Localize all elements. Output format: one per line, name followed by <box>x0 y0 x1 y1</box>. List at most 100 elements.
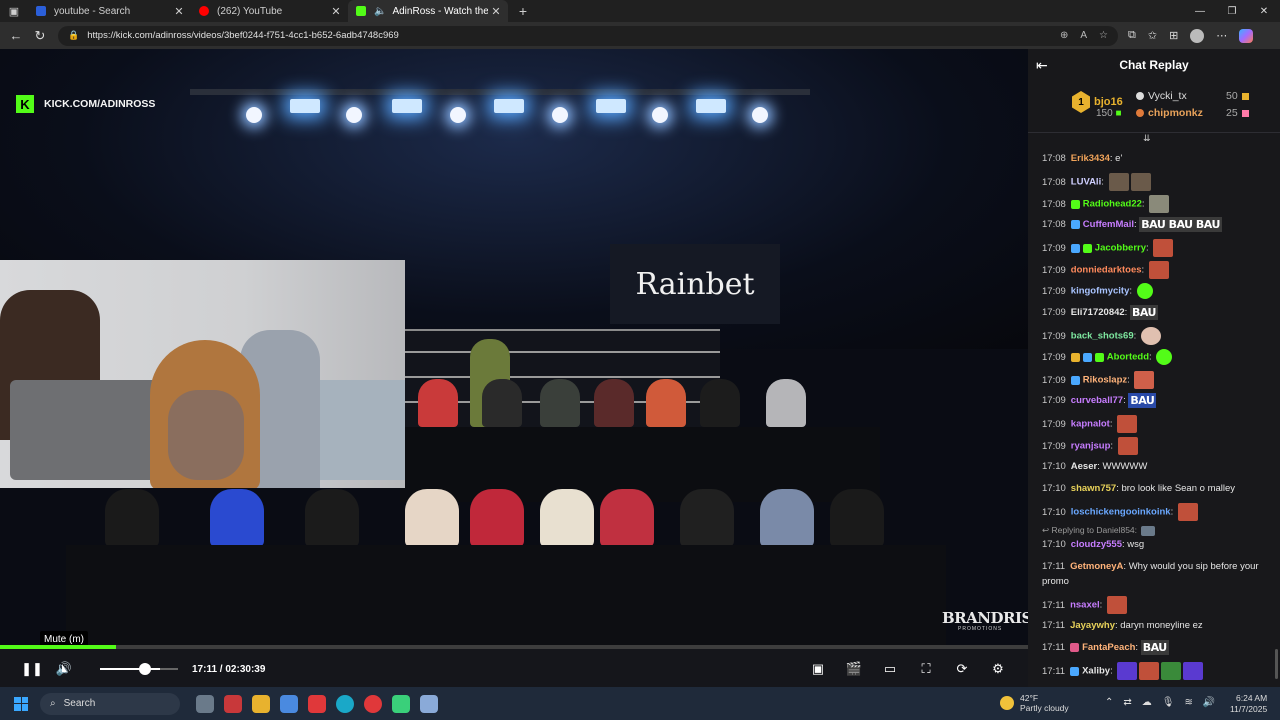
app-icon[interactable] <box>420 694 438 713</box>
close-tab-icon[interactable]: ✕ <box>171 5 187 18</box>
chat-message: 17:11 Jayaywhy: daryn moneyline ez <box>1042 620 1203 631</box>
cloud-icon[interactable]: ☁ <box>1142 697 1152 708</box>
extensions-icon[interactable]: ⧉ <box>1128 29 1136 42</box>
youtube-favicon-icon <box>199 6 209 16</box>
og-badge-icon <box>1070 243 1080 253</box>
collapse-chat-icon[interactable]: ⇤ <box>1036 57 1048 74</box>
copilot-icon[interactable] <box>1239 28 1254 43</box>
refresh-icon[interactable]: ↻ <box>28 28 52 44</box>
seek-bar[interactable] <box>0 645 1028 649</box>
new-tab-button[interactable]: + <box>512 3 534 19</box>
speaker-icon[interactable]: 🔈 <box>374 6 386 17</box>
wifi-icon[interactable]: ≋ <box>1184 697 1192 708</box>
close-tab-icon[interactable]: ✕ <box>328 5 344 18</box>
tab-youtube[interactable]: (262) YouTube ✕ <box>191 0 348 22</box>
gifter-name[interactable]: chipmonkz <box>1148 107 1208 119</box>
microphone-icon[interactable]: 🎙 <box>1162 697 1175 708</box>
more-menu-icon[interactable]: ⋯ <box>1216 29 1227 42</box>
panel-person <box>830 489 884 547</box>
app-icon[interactable] <box>364 694 382 713</box>
lighting-truss <box>190 89 810 95</box>
playback-speed-icon[interactable]: ⟳ <box>946 661 978 677</box>
store-icon[interactable] <box>280 694 298 713</box>
lock-icon[interactable]: 🔒 <box>68 30 79 41</box>
search-icon: ⌕ <box>50 698 56 709</box>
chat-panel: ⇤ Chat Replay 1 bjo16 150 ■ Vycki_tx 50 … <box>1028 49 1280 687</box>
chat-message: 17:11 GetmoneyA: Why would you sip before… <box>1042 561 1259 587</box>
windows-start-icon[interactable] <box>14 696 28 711</box>
url-field[interactable]: 🔒 https://kick.com/adinross/videos/3bef0… <box>58 25 1118 46</box>
chat-message: 17:08 CuffemMail: BAU BAU BAU <box>1042 217 1222 232</box>
theater-mode-icon[interactable]: ▭ <box>874 661 906 677</box>
gift-icon <box>1241 92 1249 100</box>
file-explorer-icon[interactable] <box>252 694 270 713</box>
og-badge-icon <box>1070 666 1080 676</box>
network-icon[interactable]: ⇄ <box>1123 697 1131 708</box>
panel-person <box>594 379 634 427</box>
restore-icon[interactable]: ❐ <box>1216 0 1248 22</box>
panel-person <box>760 489 814 547</box>
og-badge-icon <box>1070 220 1080 229</box>
gifter-name[interactable]: Vycki_tx <box>1148 90 1208 102</box>
app-icon[interactable] <box>392 694 410 713</box>
panel-person <box>405 489 459 547</box>
emote-icon <box>1130 173 1151 191</box>
volume-knob[interactable] <box>139 663 151 675</box>
player-controls: ❚❚ 🔊 17:11 / 02:30:39 ▣ 🎬 ▭ ⛶ ⟳ ⚙ <box>0 657 1028 681</box>
clip-icon[interactable]: 🎬 <box>838 661 870 677</box>
read-aloud-icon[interactable]: A <box>1080 30 1087 41</box>
chat-message: 17:11 nsaxel: <box>1042 596 1272 614</box>
gifter-name[interactable]: bjo16 <box>1094 96 1123 108</box>
tab-youtube-search[interactable]: youtube - Search ✕ <box>28 0 191 22</box>
edge-icon[interactable] <box>336 694 354 713</box>
settings-gear-icon[interactable]: ⚙ <box>982 661 1014 677</box>
tab-adinross-vod[interactable]: 🔈 AdinRoss - Watch the VOD o ✕ <box>348 0 508 22</box>
pause-icon[interactable]: ❚❚ <box>16 661 48 677</box>
scroll-down-icon[interactable]: ⇊ <box>1143 133 1157 143</box>
zoom-icon[interactable]: ⊕ <box>1060 30 1068 41</box>
time-display: 17:11 / 02:30:39 <box>192 663 266 675</box>
back-table <box>66 545 946 655</box>
back-icon[interactable]: ← <box>4 28 28 43</box>
app-icon[interactable] <box>308 694 326 713</box>
favorite-star-icon[interactable]: ☆ <box>1099 30 1108 41</box>
app-icon[interactable] <box>224 694 242 713</box>
task-view-icon[interactable] <box>196 694 214 713</box>
panel-person <box>646 379 686 427</box>
panel-person <box>105 489 159 547</box>
fullscreen-icon[interactable]: ⛶ <box>910 661 942 677</box>
volume-tray-icon[interactable]: 🔊 <box>1203 697 1215 708</box>
close-tab-icon[interactable]: ✕ <box>488 5 504 18</box>
chat-message: 17:09 Rikoslapz: <box>1042 371 1272 389</box>
mouse-cursor-icon <box>62 664 67 672</box>
weather-widget[interactable]: 42°F Partly cloudy <box>1000 693 1069 713</box>
reply-context[interactable]: ↩ Replying to Daniel854: <box>1042 525 1156 536</box>
video-player[interactable]: K KICK.COM/ADINROSS Rainbet BRANDRISK PR… <box>0 49 1028 687</box>
minimize-icon[interactable]: — <box>1184 0 1216 22</box>
emote-icon <box>1161 662 1182 680</box>
close-window-icon[interactable]: ✕ <box>1248 0 1280 22</box>
panel-person <box>470 489 524 547</box>
rank-badge: 1 <box>1072 91 1090 113</box>
chevron-up-icon[interactable]: ⌃ <box>1105 697 1113 708</box>
profile-avatar[interactable] <box>1190 28 1205 43</box>
favorites-icon[interactable]: ✩ <box>1148 29 1157 42</box>
stage-light <box>392 99 422 113</box>
sponsor-banner: Rainbet <box>610 244 780 324</box>
taskbar-search[interactable]: ⌕ Search <box>40 692 180 715</box>
system-clock[interactable]: 6:24 AM 11/7/2025 <box>1230 693 1267 715</box>
chat-message: 17:11 FantaPeach: BAU <box>1042 640 1169 655</box>
emote-icon <box>1153 239 1174 257</box>
address-bar: ← ↻ 🔒 https://kick.com/adinross/videos/3… <box>0 22 1280 49</box>
stage-light <box>346 107 362 123</box>
tab-actions-icon[interactable]: ▣ <box>0 0 28 22</box>
miniplayer-icon[interactable]: ▣ <box>802 661 834 677</box>
collections-icon[interactable]: ⊞ <box>1169 29 1178 42</box>
emote-icon <box>1136 283 1153 299</box>
stage-light <box>290 99 320 113</box>
volume-slider[interactable] <box>100 663 160 675</box>
emote-icon <box>1106 596 1127 614</box>
chat-message: 17:08 LUVAli: <box>1042 173 1272 191</box>
stage-light <box>596 99 626 113</box>
chat-scrollbar[interactable] <box>1275 649 1278 679</box>
